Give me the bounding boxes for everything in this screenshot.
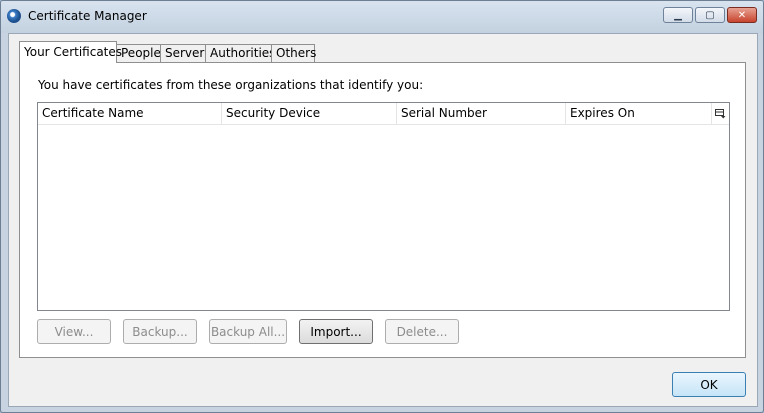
app-icon [7,9,21,23]
backup-all-button[interactable]: Backup All... [209,319,287,344]
ok-button[interactable]: OK [672,372,746,397]
certificate-tree[interactable]: Certificate Name Security Device Serial … [37,102,730,311]
close-button[interactable]: ✕ [727,7,757,23]
dialog-content: Your Certificates People Servers Authori… [8,33,758,407]
column-header-expires-on[interactable]: Expires On [566,103,712,124]
tab-servers[interactable]: Servers [160,44,211,62]
title-bar[interactable]: Certificate Manager ▁ ▢ ✕ [1,1,763,33]
backup-button[interactable]: Backup... [123,319,197,344]
maximize-button[interactable]: ▢ [695,7,725,23]
close-icon: ✕ [737,9,747,21]
delete-button[interactable]: Delete... [385,319,459,344]
column-header-serial-number[interactable]: Serial Number [397,103,566,124]
tab-your-certificates[interactable]: Your Certificates [19,41,122,63]
maximize-icon: ▢ [705,9,715,21]
column-picker-icon[interactable] [711,103,729,124]
tab-people[interactable]: People [116,44,161,62]
view-button[interactable]: View... [37,319,111,344]
tab-others[interactable]: Others [271,44,316,62]
tree-header: Certificate Name Security Device Serial … [38,103,729,125]
import-button[interactable]: Import... [299,319,373,344]
certificate-manager-window: Certificate Manager ▁ ▢ ✕ Your Certifica… [0,0,764,413]
minimize-button[interactable]: ▁ [663,7,693,23]
your-certificates-panel: You have certificates from these organiz… [19,62,746,358]
column-header-security-device[interactable]: Security Device [222,103,397,124]
minimize-icon: ▁ [674,9,682,21]
tab-authorities[interactable]: Authorities [205,44,275,62]
intro-text: You have certificates from these organiz… [38,78,424,92]
window-title: Certificate Manager [28,9,147,23]
column-header-certificate-name[interactable]: Certificate Name [38,103,222,124]
